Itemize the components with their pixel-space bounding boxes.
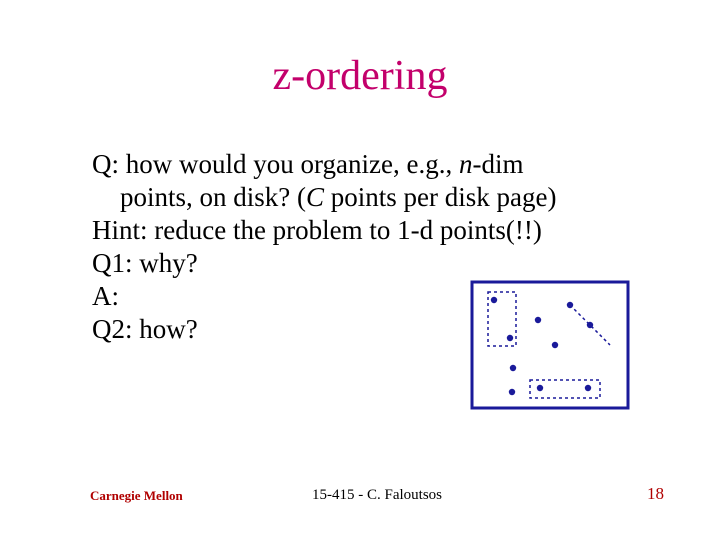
body-line-1: Q: how would you organize, e.g., n-dim	[92, 148, 632, 181]
text: points, on disk? (	[120, 182, 306, 212]
point	[552, 342, 558, 348]
diagram	[470, 280, 630, 410]
footer-page-number: 18	[647, 484, 664, 504]
footer-course: 15-415 - C. Faloutsos	[90, 487, 664, 504]
body-line-2: points, on disk? (C points per disk page…	[92, 181, 632, 214]
var-n: n	[459, 149, 473, 179]
point	[537, 385, 543, 391]
diagram-svg	[470, 280, 630, 410]
slide-title: z-ordering	[0, 52, 720, 100]
point	[587, 322, 593, 328]
point	[510, 365, 516, 371]
point	[585, 385, 591, 391]
point	[567, 302, 573, 308]
point	[509, 389, 515, 395]
footer: Carnegie Mellon 15-415 - C. Faloutsos 18	[90, 482, 664, 504]
var-c: C	[306, 182, 324, 212]
point	[491, 297, 497, 303]
slide: z-ordering Q: how would you organize, e.…	[0, 0, 720, 540]
point	[535, 317, 541, 323]
body-line-4: Q1: why?	[92, 247, 632, 280]
point	[507, 335, 513, 341]
text: points per disk page)	[324, 182, 556, 212]
body-line-3: Hint: reduce the problem to 1-d points(!…	[92, 214, 632, 247]
text: -dim	[472, 149, 523, 179]
text: Q: how would you organize, e.g.,	[92, 149, 459, 179]
